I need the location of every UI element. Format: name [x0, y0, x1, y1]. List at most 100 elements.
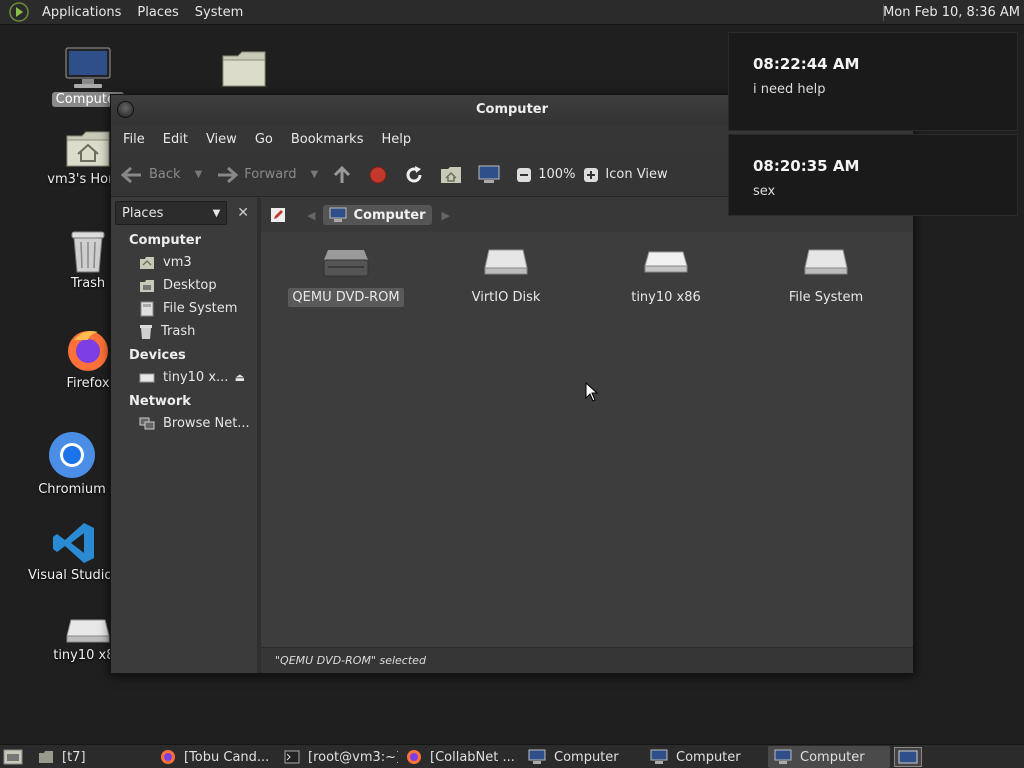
file-icon-view[interactable]: QEMU DVD-ROM VirtIO Disk tiny10 x86 File…	[261, 232, 913, 647]
desktop-icon-folder[interactable]	[194, 48, 294, 90]
menu-go[interactable]: Go	[246, 132, 282, 147]
task-firefox-1[interactable]: [Tobu Cand...	[154, 746, 274, 768]
close-sidebar-icon[interactable]: ✕	[233, 202, 253, 224]
vscode-icon	[53, 523, 94, 563]
forward-dropdown-icon[interactable]: ▼	[311, 169, 319, 180]
zoom-out-icon[interactable]	[516, 167, 532, 183]
menu-edit[interactable]: Edit	[154, 132, 197, 147]
desktop-icon-label: Chromium	[38, 482, 106, 497]
firefox-icon	[407, 750, 421, 764]
task-label: Computer	[800, 749, 865, 765]
workspace-icon	[898, 750, 918, 764]
back-dropdown-icon[interactable]: ▼	[195, 169, 203, 180]
forward-label: Forward	[244, 167, 297, 182]
window-title: Computer	[475, 102, 549, 117]
sidebar-heading-computer: Computer	[129, 233, 202, 248]
drive-icon	[66, 619, 110, 643]
panel-clock[interactable]: Mon Feb 10, 8:36 AM	[883, 0, 1020, 25]
home-folder-icon	[140, 256, 154, 269]
distro-logo-icon[interactable]	[8, 1, 30, 23]
path-left-arrow-icon[interactable]: ◀	[307, 209, 315, 222]
desktop-icon-chromium[interactable]: Chromium	[22, 430, 122, 497]
file-item-label: QEMU DVD-ROM	[288, 288, 404, 307]
path-right-arrow-icon[interactable]: ▶	[442, 209, 450, 222]
folder-icon	[39, 751, 53, 763]
menu-help[interactable]: Help	[372, 132, 420, 147]
firefox-icon	[68, 331, 108, 371]
sidebar-item-label: vm3	[163, 255, 192, 270]
up-button[interactable]	[332, 165, 352, 185]
task-computer-2[interactable]: Computer	[644, 746, 764, 768]
computer-button[interactable]	[478, 165, 500, 185]
task-firefox-2[interactable]: [CollabNet ...	[400, 746, 520, 768]
hard-disk-icon	[804, 249, 848, 275]
notification-1[interactable]: 08:22:44 AM i need help	[728, 32, 1018, 131]
menu-file[interactable]: File	[114, 132, 154, 147]
sidebar-item-desktop[interactable]: Desktop	[111, 274, 257, 297]
trash-icon	[140, 324, 152, 339]
reload-icon	[406, 165, 422, 182]
drive-icon	[139, 373, 155, 382]
menu-bookmarks[interactable]: Bookmarks	[282, 132, 373, 147]
view-mode-selector[interactable]: Icon View	[605, 167, 667, 182]
desktop-folder-icon	[140, 279, 154, 292]
pencil-icon	[271, 208, 285, 222]
menu-view[interactable]: View	[197, 132, 246, 147]
eject-icon[interactable]: ⏏	[235, 371, 245, 384]
sidebar-item-vm3[interactable]: vm3	[111, 251, 257, 274]
file-item-qemu-dvd[interactable]: QEMU DVD-ROM	[281, 246, 411, 307]
sidebar-item-label: Browse Net...	[163, 416, 250, 431]
task-computer-3[interactable]: Computer	[768, 746, 890, 768]
task-terminal[interactable]: [root@vm3:~]	[278, 746, 398, 768]
workspace-switcher[interactable]	[894, 747, 922, 767]
task-t7[interactable]: [t7]	[32, 746, 152, 768]
sidebar-item-tiny10[interactable]: tiny10 x... ⏏	[111, 366, 257, 389]
menu-places[interactable]: Places	[129, 0, 186, 25]
path-crumb-label: Computer	[353, 207, 426, 223]
content-pane: ◀ Computer ▶ QEMU DVD-ROM VirtIO Disk ti…	[261, 198, 913, 673]
sidebar-heading-network: Network	[129, 394, 191, 409]
notification-2[interactable]: 08:20:35 AM sex	[728, 134, 1018, 216]
computer-icon	[528, 749, 546, 764]
task-label: [CollabNet ...	[430, 749, 515, 765]
window-close-button[interactable]	[117, 101, 134, 118]
sidebar-item-trash[interactable]: Trash	[111, 320, 257, 343]
file-item-virtio-disk[interactable]: VirtIO Disk	[441, 246, 571, 307]
forward-button[interactable]: Forward ▼	[216, 166, 318, 184]
computer-icon	[65, 47, 111, 88]
sidebar-header: Places ▼ ✕	[111, 198, 257, 228]
menu-applications[interactable]: Applications	[34, 0, 129, 25]
task-label: Computer	[554, 749, 619, 765]
file-item-label: tiny10 x86	[631, 290, 701, 305]
file-item-file-system[interactable]: File System	[761, 246, 891, 307]
desktop-icon-label: Trash	[70, 276, 106, 291]
notification-message: sex	[753, 184, 776, 199]
edit-location-button[interactable]	[267, 204, 289, 226]
computer-icon	[478, 165, 500, 183]
home-button[interactable]	[440, 165, 462, 185]
back-button[interactable]: Back ▼	[121, 166, 202, 184]
desktop-icon-vscode[interactable]: Visual Studio Code	[24, 520, 150, 583]
reload-button[interactable]	[404, 165, 424, 185]
sidebar-item-filesystem[interactable]: File System	[111, 297, 257, 320]
task-computer-1[interactable]: Computer	[522, 746, 642, 768]
zoom-control[interactable]: 100% Icon View	[516, 167, 668, 183]
show-desktop-icon[interactable]	[3, 748, 23, 766]
file-item-tiny10[interactable]: tiny10 x86	[601, 246, 731, 307]
bottom-taskbar: [t7] [Tobu Cand... [root@vm3:~] [CollabN…	[0, 744, 1024, 768]
zoom-in-icon[interactable]	[583, 167, 599, 183]
up-arrow-icon	[334, 165, 351, 183]
sidebar-item-browse-network[interactable]: Browse Net...	[111, 412, 257, 435]
stop-button[interactable]	[368, 165, 388, 185]
sidebar-item-label: Trash	[161, 324, 196, 339]
hard-disk-icon	[484, 249, 528, 275]
back-label: Back	[149, 167, 181, 182]
path-crumb-computer[interactable]: Computer	[323, 205, 432, 225]
stop-icon	[369, 166, 387, 183]
mouse-cursor-icon	[585, 382, 599, 402]
file-item-label: File System	[788, 290, 864, 305]
back-arrow-icon	[121, 166, 141, 183]
sidebar-item-label: File System	[163, 301, 238, 316]
menu-system[interactable]: System	[187, 0, 251, 25]
sidebar-type-select[interactable]: Places ▼	[115, 201, 228, 225]
